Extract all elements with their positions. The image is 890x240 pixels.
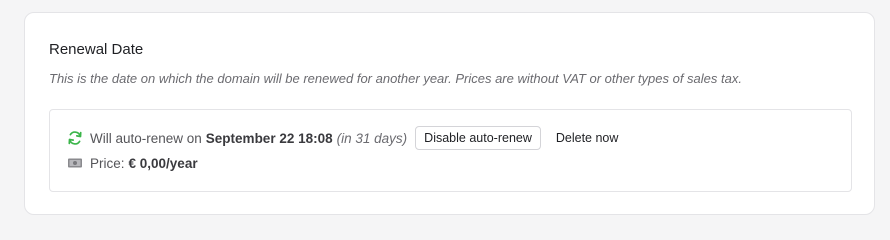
section-title: Renewal Date	[49, 41, 144, 58]
renewal-date-card: Renewal Date This is the date on which t…	[24, 12, 875, 215]
renewal-status-row: Will auto-renew on September 22 18:08 (i…	[67, 126, 626, 150]
price-row: Price: € 0,00/year	[67, 154, 198, 172]
renewal-prefix-text: Will auto-renew on	[90, 130, 202, 146]
delete-now-button[interactable]: Delete now	[548, 126, 627, 150]
disable-auto-renew-button[interactable]: Disable auto-renew	[415, 126, 541, 150]
banknote-icon	[67, 155, 83, 171]
renewal-info-box: Will auto-renew on September 22 18:08 (i…	[49, 109, 852, 192]
section-description: This is the date on which the domain wil…	[49, 71, 742, 86]
price-label: Price:	[90, 155, 125, 171]
renewal-date: September 22 18:08	[205, 130, 333, 146]
refresh-icon	[67, 130, 83, 146]
price-value: € 0,00/year	[128, 155, 198, 171]
renewal-relative-time: (in 31 days)	[336, 130, 408, 146]
